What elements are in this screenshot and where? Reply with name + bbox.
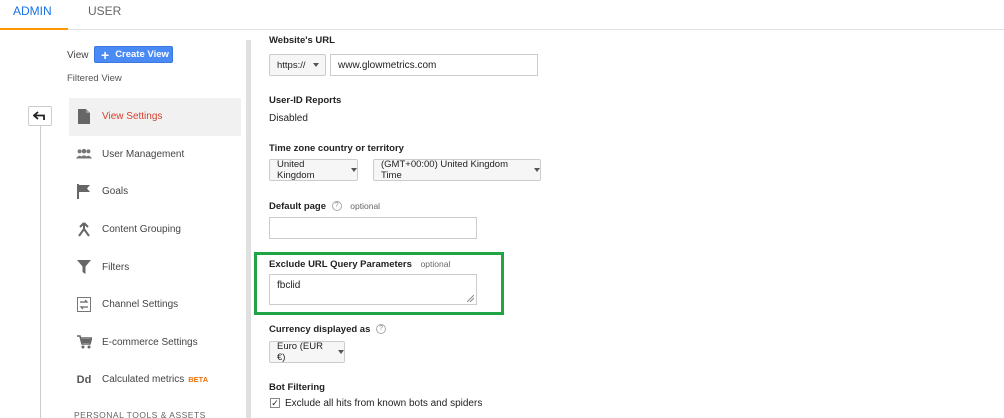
- filter-icon: [76, 259, 92, 275]
- currency-select[interactable]: Euro (EUR €): [269, 341, 345, 363]
- sidebar-item-user-management[interactable]: User Management: [69, 136, 241, 174]
- help-icon[interactable]: ?: [331, 201, 342, 212]
- timezone-value: (GMT+00:00) United Kingdom Time: [381, 159, 508, 181]
- country-select[interactable]: United Kingdom: [269, 159, 358, 181]
- optional-tag: optional: [350, 201, 381, 211]
- sidebar-item-content-grouping[interactable]: Content Grouping: [69, 211, 241, 249]
- user-id-label: User-ID Reports: [269, 95, 342, 106]
- default-page-label: Default page: [269, 201, 327, 212]
- bot-filter-checkbox-label: Exclude all hits from known bots and spi…: [285, 398, 483, 409]
- chevron-down-icon: [351, 168, 357, 172]
- beta-badge: BETA: [188, 375, 209, 385]
- view-label: View: [67, 50, 89, 61]
- timezone-label: Time zone country or territory: [269, 143, 404, 154]
- sidebar-item-calculated-metrics[interactable]: Dd Calculated metrics BETA: [69, 361, 241, 399]
- website-url-label: Website's URL: [269, 35, 335, 46]
- sidebar-item-label: View Settings: [102, 111, 163, 123]
- document-icon: [76, 109, 92, 125]
- tab-user[interactable]: USER: [88, 4, 121, 30]
- top-tabs: ADMIN USER: [0, 0, 1004, 30]
- country-value: United Kingdom: [277, 159, 315, 181]
- currency-label: Currency displayed as: [269, 324, 371, 335]
- sidebar-item-label: Content Grouping: [102, 224, 181, 236]
- sidebar-item-label: Channel Settings: [102, 299, 179, 311]
- help-icon[interactable]: ?: [376, 324, 387, 335]
- bot-filter-checkbox[interactable]: ✓: [270, 398, 280, 408]
- users-icon: [76, 146, 92, 162]
- scrollbar[interactable]: [246, 40, 251, 418]
- protocol-select[interactable]: https://: [269, 54, 326, 76]
- optional-tag: optional: [420, 259, 451, 269]
- website-url-input[interactable]: www.glowmetrics.com: [330, 54, 538, 76]
- currency-value: Euro (EUR €): [277, 341, 323, 363]
- user-id-value: Disabled: [269, 113, 308, 124]
- flag-icon: [76, 184, 92, 200]
- chevron-down-icon: [312, 63, 319, 67]
- exclude-params-textarea[interactable]: fbclid: [269, 274, 477, 305]
- back-button[interactable]: [28, 106, 52, 126]
- sidebar-item-filters[interactable]: Filters: [69, 248, 241, 286]
- sidebar-item-ecommerce-settings[interactable]: E-commerce Settings: [69, 324, 241, 362]
- sidebar-item-label: Filters: [102, 261, 130, 273]
- sidebar-item-view-settings[interactable]: View Settings: [69, 98, 241, 136]
- sidebar-item-label: Goals: [102, 186, 129, 198]
- plus-icon: +: [101, 46, 110, 63]
- bot-filtering-label: Bot Filtering: [269, 382, 325, 393]
- sidebar-nav: View Settings User Management Goals Cont…: [69, 98, 241, 399]
- create-view-button[interactable]: + Create View: [94, 46, 173, 63]
- chevron-down-icon: [534, 168, 540, 172]
- sidebar-item-channel-settings[interactable]: Channel Settings: [69, 286, 241, 324]
- section-header: PERSONAL TOOLS & ASSETS: [74, 410, 206, 418]
- resize-handle-icon[interactable]: [467, 295, 474, 302]
- default-page-input[interactable]: [269, 217, 477, 239]
- filtered-view-label: Filtered View: [67, 73, 122, 84]
- merge-icon: [76, 222, 92, 238]
- tree-line: [40, 108, 41, 418]
- back-arrow-icon: [33, 111, 45, 120]
- exclude-params-label-row: Exclude URL Query Parameters optional: [269, 259, 450, 270]
- exclude-params-label: Exclude URL Query Parameters: [269, 259, 412, 270]
- sidebar-item-goals[interactable]: Goals: [69, 173, 241, 211]
- channel-icon: [76, 297, 92, 313]
- default-page-label-row: Default page ? optional: [269, 201, 380, 212]
- cart-icon: [76, 334, 92, 350]
- protocol-value: https://: [277, 59, 306, 71]
- sidebar-item-label: Calculated metrics: [102, 374, 185, 386]
- timezone-select[interactable]: (GMT+00:00) United Kingdom Time: [373, 159, 541, 181]
- chevron-down-icon: [338, 350, 344, 354]
- currency-label-row: Currency displayed as ?: [269, 324, 387, 335]
- sidebar-item-label: E-commerce Settings: [102, 336, 198, 348]
- create-view-label: Create View: [115, 49, 169, 60]
- tab-admin[interactable]: ADMIN: [0, 4, 68, 30]
- exclude-params-value: fbclid: [277, 280, 301, 291]
- sidebar-item-label: User Management: [102, 148, 185, 160]
- dd-icon: Dd: [76, 373, 92, 386]
